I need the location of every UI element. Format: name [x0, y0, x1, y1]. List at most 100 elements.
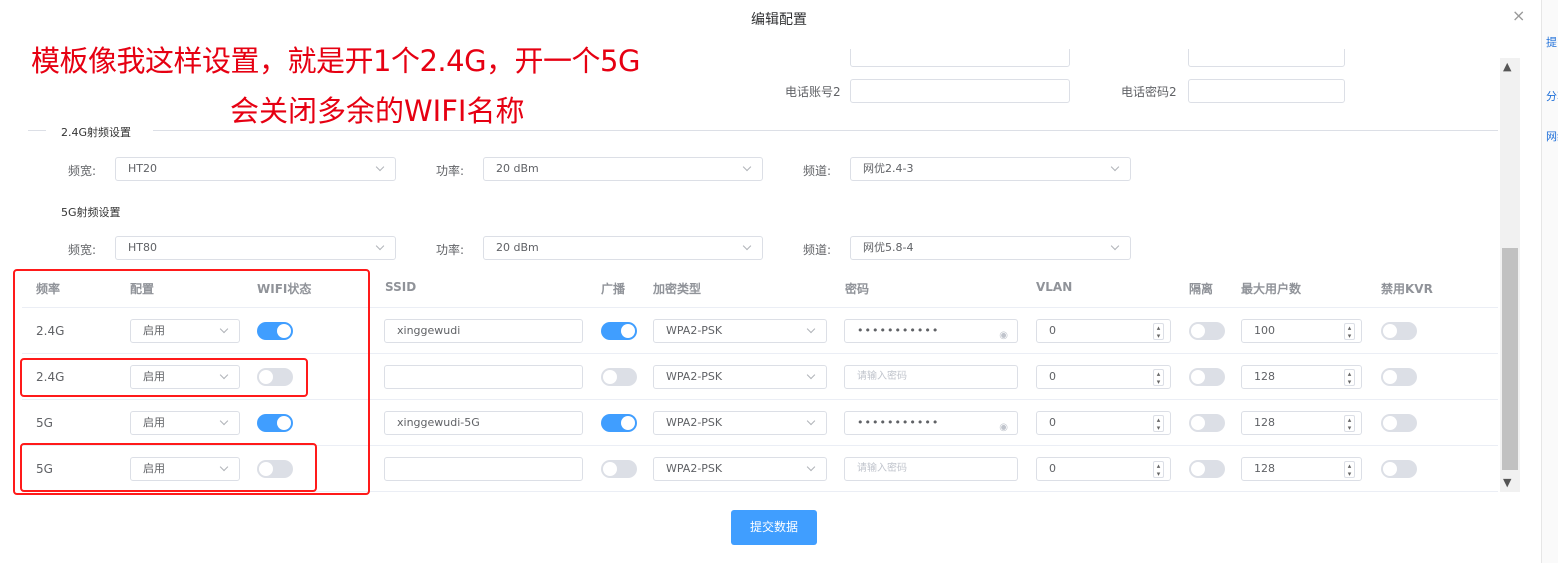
col-header-isolate: 隔离 [1189, 282, 1214, 296]
scrollbar-thumb[interactable] [1502, 248, 1518, 470]
chevron-down-icon [806, 416, 816, 426]
stepper-arrows-icon[interactable]: ▴ ▾ [1153, 369, 1164, 386]
col-header-broadcast: 广播 [601, 282, 626, 296]
vlan-value: 0 [1049, 416, 1056, 429]
password-value: ••••••••••• [857, 324, 940, 337]
toggle-knob [1191, 370, 1205, 384]
divider [28, 130, 46, 131]
phone-password2-label: 电话密码2 [1121, 85, 1177, 99]
broadcast-toggle[interactable] [601, 414, 637, 432]
disable-kvr-toggle[interactable] [1381, 414, 1417, 432]
ssid-input[interactable] [384, 457, 583, 481]
stepper-arrows-icon[interactable]: ▴ ▾ [1153, 323, 1164, 340]
background-edge-text: 分享 [1546, 90, 1558, 103]
phone-account2-field[interactable] [850, 79, 1070, 103]
select-value: WPA2-PSK [666, 324, 723, 337]
radio24-bandwidth-label: 频宽: [68, 164, 97, 178]
stepper-arrows-icon[interactable]: ▴ ▾ [1344, 369, 1355, 386]
ssid-input[interactable] [384, 365, 583, 389]
ssid-input[interactable]: xinggewudi [384, 319, 583, 343]
radio24-channel-label: 频道: [803, 164, 832, 178]
scroll-up-icon[interactable]: ▲ [1503, 60, 1511, 73]
radio5-channel-label: 频道: [803, 243, 832, 257]
isolate-toggle[interactable] [1189, 414, 1225, 432]
select-value: WPA2-PSK [666, 416, 723, 429]
edit-config-dialog: 编辑配置 × 提 分享 网络 电话账号2 电话密码2 2.4G射频设置 频宽: … [0, 0, 1558, 563]
isolate-toggle[interactable] [1189, 322, 1225, 340]
dialog-title: 编辑配置 [751, 12, 807, 28]
toggle-knob [1191, 462, 1205, 476]
radio24-bandwidth-select[interactable]: HT20 [115, 157, 396, 181]
eye-icon[interactable]: ◉ [999, 325, 1009, 342]
encryption-select[interactable]: WPA2-PSK [653, 319, 827, 343]
disable-kvr-toggle[interactable] [1381, 322, 1417, 340]
select-value: WPA2-PSK [666, 462, 723, 475]
stepper-arrows-icon[interactable]: ▴ ▾ [1153, 461, 1164, 478]
disable-kvr-toggle[interactable] [1381, 368, 1417, 386]
vlan-stepper[interactable]: 0 ▴ ▾ [1036, 319, 1171, 343]
toggle-knob [1191, 324, 1205, 338]
max-users-stepper[interactable]: 128 ▴ ▾ [1241, 365, 1362, 389]
scroll-down-icon[interactable]: ▼ [1503, 476, 1511, 489]
toggle-knob [603, 462, 617, 476]
toggle-knob [1383, 416, 1397, 430]
isolate-toggle[interactable] [1189, 368, 1225, 386]
stepper-arrows-icon[interactable]: ▴ ▾ [1344, 323, 1355, 340]
max-users-value: 128 [1254, 370, 1275, 383]
annotation-box-row2 [20, 358, 308, 397]
radio5-power-select[interactable]: 20 dBm [483, 236, 763, 260]
divider [153, 130, 1498, 131]
scroll-clip [780, 42, 1360, 49]
max-users-value: 128 [1254, 416, 1275, 429]
encryption-select[interactable]: WPA2-PSK [653, 411, 827, 435]
password-input[interactable]: ••••••••••• ◉ [844, 411, 1018, 435]
background-page-edge [1541, 0, 1558, 563]
submit-button[interactable]: 提交数据 [731, 510, 817, 545]
max-users-stepper[interactable]: 128 ▴ ▾ [1241, 411, 1362, 435]
broadcast-toggle[interactable] [601, 322, 637, 340]
password-placeholder: 请输入密码 [857, 371, 907, 382]
disable-kvr-toggle[interactable] [1381, 460, 1417, 478]
broadcast-toggle[interactable] [601, 460, 637, 478]
stepper-arrows-icon[interactable]: ▴ ▾ [1344, 461, 1355, 478]
radio5-channel-select[interactable]: 网优5.8-4 [850, 236, 1131, 260]
stepper-arrows-icon[interactable]: ▴ ▾ [1153, 415, 1164, 432]
encryption-select[interactable]: WPA2-PSK [653, 457, 827, 481]
max-users-stepper[interactable]: 100 ▴ ▾ [1241, 319, 1362, 343]
chevron-down-icon [806, 462, 816, 472]
chevron-down-icon [1110, 241, 1120, 251]
max-users-value: 128 [1254, 462, 1275, 475]
radio5-bandwidth-select[interactable]: HT80 [115, 236, 396, 260]
isolate-toggle[interactable] [1189, 460, 1225, 478]
phone-password2-field[interactable] [1188, 79, 1345, 103]
ssid-input[interactable]: xinggewudi-5G [384, 411, 583, 435]
max-users-stepper[interactable]: 128 ▴ ▾ [1241, 457, 1362, 481]
vlan-stepper[interactable]: 0 ▴ ▾ [1036, 411, 1171, 435]
select-value: 网优2.4-3 [863, 162, 914, 175]
radio5-bandwidth-label: 频宽: [68, 243, 97, 257]
annotation-text-line2: 会关闭多余的WIFI名称 [230, 94, 525, 128]
chevron-down-icon [742, 162, 752, 172]
stepper-arrows-icon[interactable]: ▴ ▾ [1344, 415, 1355, 432]
phone-account2-label: 电话账号2 [785, 85, 841, 99]
radio24-channel-select[interactable]: 网优2.4-3 [850, 157, 1131, 181]
password-placeholder: 请输入密码 [857, 463, 907, 474]
select-value: 20 dBm [496, 162, 539, 175]
broadcast-toggle[interactable] [601, 368, 637, 386]
col-header-vlan: VLAN [1036, 280, 1073, 294]
col-header-password: 密码 [845, 282, 870, 296]
password-input[interactable]: 请输入密码 [844, 365, 1018, 389]
select-value: HT20 [128, 162, 157, 175]
eye-icon[interactable]: ◉ [999, 417, 1009, 434]
toggle-knob [621, 416, 635, 430]
password-input[interactable]: 请输入密码 [844, 457, 1018, 481]
close-icon[interactable]: × [1512, 6, 1525, 25]
vlan-stepper[interactable]: 0 ▴ ▾ [1036, 365, 1171, 389]
radio24-power-select[interactable]: 20 dBm [483, 157, 763, 181]
vlan-stepper[interactable]: 0 ▴ ▾ [1036, 457, 1171, 481]
encryption-select[interactable]: WPA2-PSK [653, 365, 827, 389]
password-input[interactable]: ••••••••••• ◉ [844, 319, 1018, 343]
chevron-down-icon [1110, 162, 1120, 172]
chevron-down-icon [375, 162, 385, 172]
col-header-max-users: 最大用户数 [1241, 282, 1302, 296]
